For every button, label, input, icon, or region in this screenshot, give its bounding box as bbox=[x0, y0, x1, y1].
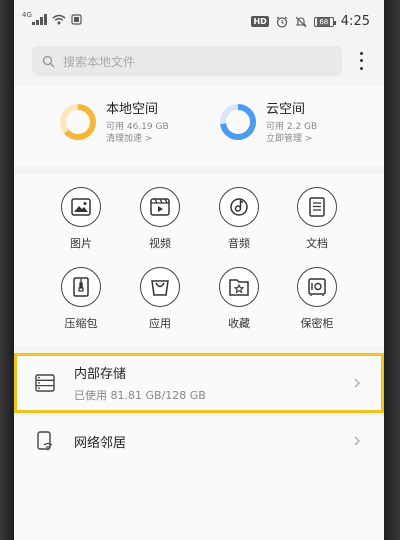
storage-icon bbox=[34, 372, 56, 394]
status-bar: 4G HD 68 4:25 bbox=[14, 0, 384, 40]
image-icon bbox=[61, 187, 101, 227]
local-storage-available: 可用 46.19 GB bbox=[106, 122, 169, 132]
category-label: 压缩包 bbox=[64, 317, 98, 330]
notification-icon bbox=[71, 14, 82, 25]
status-time: 4:25 bbox=[340, 14, 370, 29]
network-type: 4G bbox=[22, 11, 32, 19]
alarm-icon bbox=[276, 16, 288, 28]
chevron-right-icon bbox=[354, 378, 360, 388]
cloud-storage-available: 可用 2.2 GB bbox=[266, 122, 318, 132]
category-audio[interactable]: 音频 bbox=[204, 187, 274, 251]
status-right: HD 68 4:25 bbox=[251, 14, 370, 29]
network-neighbor-icon bbox=[34, 430, 56, 452]
status-left: 4G bbox=[22, 11, 82, 25]
category-images[interactable]: 图片 bbox=[46, 187, 116, 251]
search-input[interactable]: 搜索本地文件 bbox=[32, 46, 342, 76]
favorites-icon bbox=[219, 267, 259, 307]
category-label: 音频 bbox=[228, 237, 250, 250]
local-storage[interactable]: 本地空间 可用 46.19 GB 清理加速 > bbox=[58, 98, 169, 145]
internal-storage-title: 内部存储 bbox=[74, 367, 127, 382]
mute-icon bbox=[295, 16, 307, 27]
category-archives[interactable]: 压缩包 bbox=[46, 267, 116, 331]
battery-level: 68 bbox=[317, 17, 331, 26]
cloud-storage[interactable]: 云空间 可用 2.2 GB 立即管理 > bbox=[218, 98, 317, 145]
battery-icon: 68 bbox=[313, 16, 336, 27]
signal-icon: 4G bbox=[22, 11, 47, 25]
video-icon bbox=[140, 187, 180, 227]
chevron-right-icon bbox=[354, 436, 360, 446]
file-categories: 图片 视频 音频 文档 压缩包 应用 收藏 保密柜 bbox=[14, 175, 384, 347]
cloud-storage-title: 云空间 bbox=[266, 102, 306, 117]
search-placeholder: 搜索本地文件 bbox=[63, 54, 136, 69]
cloud-storage-ring bbox=[220, 103, 256, 140]
phone-bezel-left bbox=[0, 0, 14, 540]
screen: 4G HD 68 4:25 搜索本地文件 本地空间 可用 46.19 GB 清理… bbox=[14, 0, 384, 540]
category-favorites[interactable]: 收藏 bbox=[204, 267, 274, 331]
network-neighbors-row[interactable]: 网络邻居 bbox=[14, 416, 384, 466]
more-options-button[interactable] bbox=[355, 50, 367, 72]
safe-icon bbox=[297, 267, 337, 307]
network-neighbors-title: 网络邻居 bbox=[74, 435, 127, 451]
wifi-icon bbox=[52, 14, 66, 25]
local-storage-title: 本地空间 bbox=[106, 102, 159, 117]
audio-icon bbox=[219, 187, 259, 227]
manage-now-link[interactable]: 立即管理 > bbox=[266, 133, 317, 145]
phone-bezel-right bbox=[384, 0, 400, 540]
empty-area bbox=[14, 460, 384, 540]
archive-icon bbox=[61, 267, 101, 307]
internal-storage-usage: 已使用 81.81 GB/128 GB bbox=[74, 389, 206, 402]
search-icon bbox=[42, 55, 55, 67]
category-documents[interactable]: 文档 bbox=[282, 187, 352, 251]
storage-summary-card: 本地空间 可用 46.19 GB 清理加速 > 云空间 可用 2.2 GB 立即… bbox=[14, 86, 384, 166]
category-label: 收藏 bbox=[228, 317, 250, 330]
local-storage-ring bbox=[60, 103, 96, 140]
internal-storage-row[interactable]: 内部存储 已使用 81.81 GB/128 GB bbox=[14, 353, 384, 413]
hd-badge: HD bbox=[251, 16, 269, 27]
category-label: 视频 bbox=[149, 237, 171, 250]
document-icon bbox=[297, 187, 337, 227]
category-label: 应用 bbox=[149, 317, 171, 330]
category-label: 文档 bbox=[306, 237, 328, 250]
category-apps[interactable]: 应用 bbox=[125, 267, 195, 331]
category-videos[interactable]: 视频 bbox=[125, 187, 195, 251]
clean-up-link[interactable]: 清理加速 > bbox=[106, 133, 169, 145]
category-safe[interactable]: 保密柜 bbox=[282, 267, 352, 331]
category-label: 保密柜 bbox=[300, 317, 334, 330]
category-label: 图片 bbox=[70, 237, 92, 250]
app-package-icon bbox=[140, 267, 180, 307]
